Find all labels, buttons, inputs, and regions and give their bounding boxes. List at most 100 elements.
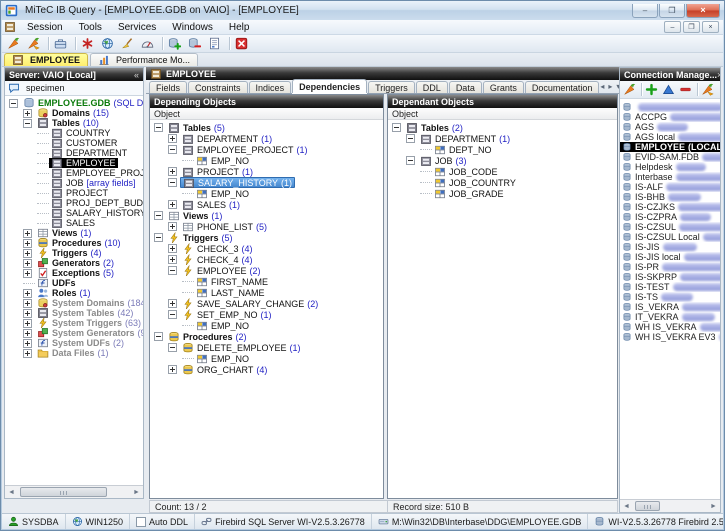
expand-toggle-icon[interactable] xyxy=(168,365,177,374)
connection-item-is-vekra[interactable]: IS_VEKRA xyxy=(620,302,720,312)
expand-toggle-icon[interactable] xyxy=(23,249,32,258)
tree-item-system-domains[interactable]: System Domains(184) xyxy=(5,298,143,308)
tree-item-country[interactable]: COUNTRY xyxy=(5,128,143,138)
expand-toggle-icon[interactable] xyxy=(168,343,177,352)
tab-grants[interactable]: Grants xyxy=(483,81,524,93)
tab-constraints[interactable]: Constraints xyxy=(188,81,248,93)
tree-item-roles[interactable]: Roles(1) xyxy=(5,288,143,298)
add-connection-button[interactable] xyxy=(644,81,661,98)
connection-item-is-pr[interactable]: IS-PR xyxy=(620,262,720,272)
tree-item-delete-employee[interactable]: DELETE_EMPLOYEE(1) xyxy=(150,342,383,353)
reconnect-button[interactable] xyxy=(25,35,45,52)
tree-item-tables[interactable]: Tables(2) xyxy=(388,122,617,133)
maximize-button[interactable]: ❐ xyxy=(659,4,685,18)
connection-item-employee[interactable]: EMPLOYEE(LOCALHOST: xyxy=(620,142,720,152)
expand-toggle-icon[interactable] xyxy=(23,289,32,298)
restore-database-button[interactable] xyxy=(186,35,206,52)
window-tab-employee[interactable]: EMPLOYEE xyxy=(4,53,88,66)
tree-item-system-udfs[interactable]: System UDFs(2) xyxy=(5,338,143,348)
connection-item-is-czsul-local[interactable]: IS-CZSUL Local xyxy=(620,232,720,242)
tree-item-triggers[interactable]: Triggers(4) xyxy=(5,248,143,258)
scrollbar-thumb[interactable] xyxy=(20,487,107,497)
tree-item-system-generators[interactable]: System Generators(9) xyxy=(5,328,143,338)
connection-item-is-czjks[interactable]: IS-CZJKS xyxy=(620,202,720,212)
tree-item-generators[interactable]: Generators(2) xyxy=(5,258,143,268)
expand-toggle-icon[interactable] xyxy=(168,244,177,253)
menu-item-windows[interactable]: Windows xyxy=(164,20,221,34)
expand-toggle-icon[interactable] xyxy=(23,349,32,358)
tree-item-proj-dept-budget[interactable]: PROJ_DEPT_BUDGET[intege xyxy=(5,198,143,208)
tree-item-job[interactable]: JOB[array fields] xyxy=(5,178,143,188)
scrollbar-track[interactable] xyxy=(633,500,707,512)
tree-item-procedures[interactable]: Procedures(2) xyxy=(150,331,383,342)
tree-item-emp-no[interactable]: EMP_NO xyxy=(150,353,383,364)
scroll-right-icon[interactable]: ► xyxy=(707,500,720,512)
mdi-restore-button[interactable]: ❐ xyxy=(683,21,700,33)
scroll-left-icon[interactable]: ◄ xyxy=(620,500,633,512)
tree-item-exceptions[interactable]: Exceptions(5) xyxy=(5,268,143,278)
connection-item-is-jis-local[interactable]: IS-JIS local xyxy=(620,252,720,262)
tab-dependencies[interactable]: Dependencies xyxy=(292,79,367,93)
scrollbar-thumb[interactable] xyxy=(635,501,660,511)
tab-scroll-left-icon[interactable]: ◂ xyxy=(600,82,604,91)
scroll-right-icon[interactable]: ► xyxy=(130,486,143,498)
scrollbar-track[interactable] xyxy=(18,486,130,498)
sweep-button[interactable] xyxy=(119,35,139,52)
connection-item-accpg[interactable]: ACCPG xyxy=(620,112,720,122)
tree-item-first-name[interactable]: FIRST_NAME xyxy=(150,276,383,287)
tree-item-department[interactable]: DEPARTMENT(1) xyxy=(150,133,383,144)
tree-item-check-4[interactable]: CHECK_4(4) xyxy=(150,254,383,265)
expand-toggle-icon[interactable] xyxy=(23,339,32,348)
window-tab-performance-mo[interactable]: Performance Mo... xyxy=(90,53,198,66)
tab-indices[interactable]: Indices xyxy=(249,81,292,93)
connect-button[interactable] xyxy=(5,35,25,52)
tree-item-sales[interactable]: SALES(1) xyxy=(150,199,383,210)
tree-item-salary-history[interactable]: SALARY_HISTORY xyxy=(5,208,143,218)
tree-item-phone-list[interactable]: PHONE_LIST(5) xyxy=(150,221,383,232)
expand-toggle-icon[interactable] xyxy=(392,123,401,132)
connection-item-is-skprp[interactable]: IS-SKPRP xyxy=(620,272,720,282)
tree-item-project[interactable]: PROJECT xyxy=(5,188,143,198)
tree-item-sales[interactable]: SALES xyxy=(5,218,143,228)
tree-item-system-tables[interactable]: System Tables(42) xyxy=(5,308,143,318)
tree-item-data-files[interactable]: Data Files(1) xyxy=(5,348,143,358)
expand-toggle-icon[interactable] xyxy=(406,134,415,143)
tree-item-dept-no[interactable]: DEPT_NO xyxy=(388,144,617,155)
connection-item-evid-sam-fdb[interactable]: EVID-SAM.FDB xyxy=(620,152,720,162)
connection-list-hscrollbar[interactable]: ◄ ► xyxy=(620,499,720,512)
tree-item-emp-no[interactable]: EMP_NO xyxy=(150,155,383,166)
tree-item-set-emp-no[interactable]: SET_EMP_NO(1) xyxy=(150,309,383,320)
tree-item-job[interactable]: JOB(3) xyxy=(388,155,617,166)
expand-toggle-icon[interactable] xyxy=(23,319,32,328)
tree-item-last-name[interactable]: LAST_NAME xyxy=(150,287,383,298)
tab-triggers[interactable]: Triggers xyxy=(368,81,415,93)
dependant-column-header[interactable]: Object xyxy=(388,108,617,120)
connection-item-interbase[interactable]: Interbase xyxy=(620,172,720,182)
tree-item-org-chart[interactable]: ORG_CHART(4) xyxy=(150,364,383,375)
collapse-panel-icon[interactable]: « xyxy=(134,70,139,80)
tree-item-tables[interactable]: Tables(5) xyxy=(150,122,383,133)
expand-toggle-icon[interactable] xyxy=(168,178,177,187)
tree-item-check-3[interactable]: CHECK_3(4) xyxy=(150,243,383,254)
metadata-button[interactable] xyxy=(79,35,99,52)
tree-item-job-grade[interactable]: JOB_GRADE xyxy=(388,188,617,199)
report-button[interactable] xyxy=(206,35,226,52)
expand-toggle-icon[interactable] xyxy=(168,299,177,308)
close-panel-icon[interactable]: × xyxy=(717,70,720,80)
server-tree-hscrollbar[interactable]: ◄ ► xyxy=(5,485,143,498)
menu-item-services[interactable]: Services xyxy=(110,20,164,34)
minimize-button[interactable]: – xyxy=(632,4,658,18)
tree-item-department[interactable]: DEPARTMENT xyxy=(5,148,143,158)
tree-item-views[interactable]: Views(1) xyxy=(150,210,383,221)
tree-item-job-country[interactable]: JOB_COUNTRY xyxy=(388,177,617,188)
expand-toggle-icon[interactable] xyxy=(168,134,177,143)
tree-item-department[interactable]: DEPARTMENT(1) xyxy=(388,133,617,144)
tree-item-employee[interactable]: EMPLOYEE(2) xyxy=(150,265,383,276)
connection-item-is-ts[interactable]: IS-TS xyxy=(620,292,720,302)
expand-toggle-icon[interactable] xyxy=(23,329,32,338)
tree-item-salary-history[interactable]: SALARY_HISTORY(1) xyxy=(150,177,383,188)
tree-item-save-salary-change[interactable]: SAVE_SALARY_CHANGE(2) xyxy=(150,298,383,309)
tree-item-employee-project[interactable]: EMPLOYEE_PROJECT(1) xyxy=(150,144,383,155)
tree-item-customer[interactable]: CUSTOMER xyxy=(5,138,143,148)
expand-toggle-icon[interactable] xyxy=(9,99,18,108)
